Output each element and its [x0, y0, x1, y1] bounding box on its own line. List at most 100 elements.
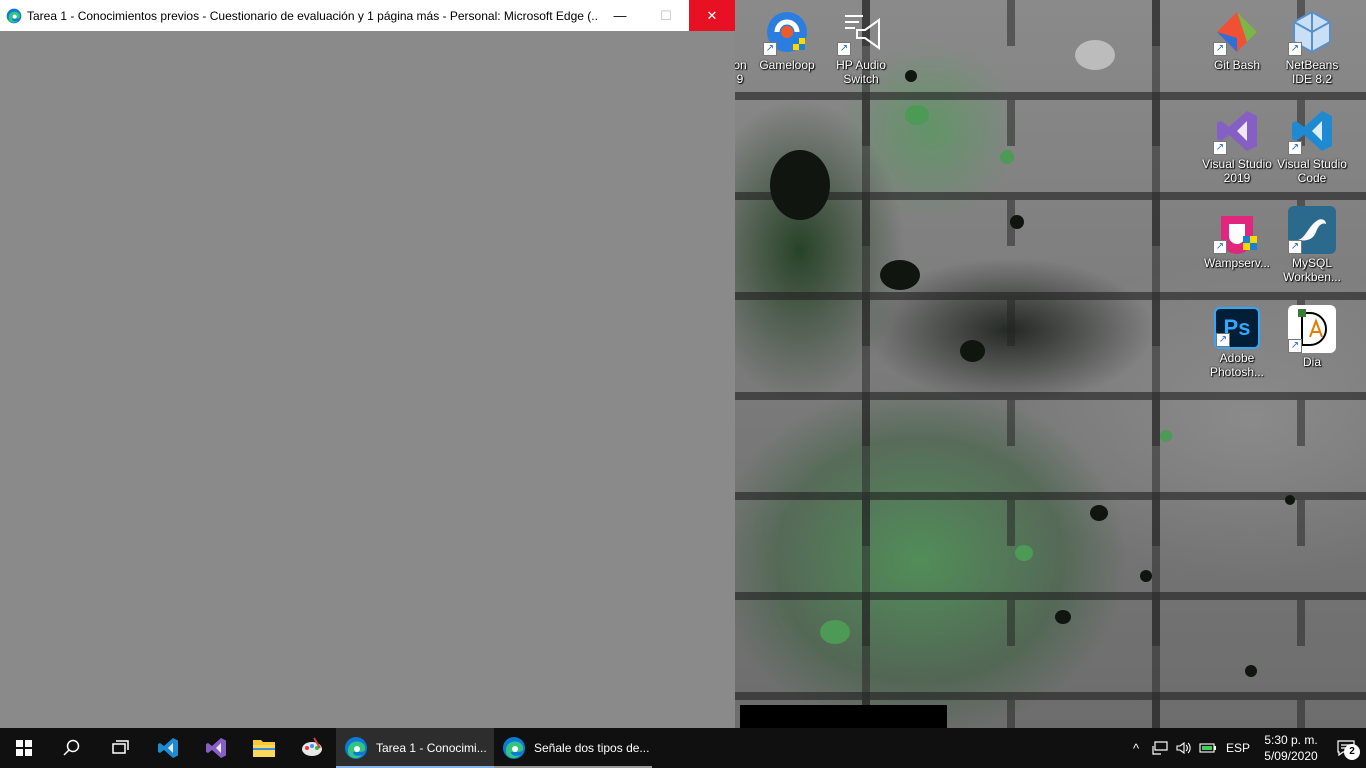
- volume-button[interactable]: [1172, 728, 1196, 768]
- taskbar-file-explorer[interactable]: [240, 728, 288, 768]
- paint-splatter: [880, 260, 920, 290]
- language-label: ESP: [1225, 741, 1250, 755]
- paint-splatter: [905, 70, 917, 82]
- git-bash-label: Git Bash: [1213, 58, 1261, 72]
- minimize-button[interactable]: —: [597, 0, 643, 31]
- vscode-label: Visual Studio Code: [1277, 157, 1347, 185]
- battery-button[interactable]: [1196, 728, 1220, 768]
- paint-splatter: [1140, 570, 1152, 582]
- network-icon: [1152, 741, 1168, 755]
- git-bash-icon: ↗: [1213, 8, 1261, 56]
- shortcut-arrow-icon: ↗: [1288, 339, 1302, 353]
- edge-icon: [345, 737, 367, 759]
- hp-audio-label: HP Audio Switch: [836, 58, 886, 86]
- netbeans-label: NetBeans IDE 8.2: [1285, 58, 1339, 86]
- taskbar-app-label: Señale dos tipos de...: [534, 741, 650, 755]
- paint-splatter: [770, 150, 830, 220]
- maximize-icon: ☐: [660, 7, 672, 23]
- desktop-icon-wampserver[interactable]: ↗ Wampserv...: [1200, 202, 1274, 294]
- shortcut-arrow-icon: ↗: [1216, 333, 1230, 347]
- language-indicator[interactable]: ESP: [1220, 728, 1256, 768]
- paint-splatter: [1160, 430, 1172, 442]
- close-button[interactable]: ✕: [689, 0, 735, 31]
- shortcut-arrow-icon: ↗: [1288, 141, 1302, 155]
- search-icon: [63, 739, 80, 756]
- black-overlay-rect: [740, 705, 947, 728]
- desktop-icon-photoshop[interactable]: Ps ↗ Adobe Photosh...: [1200, 301, 1274, 393]
- taskbar-vscode[interactable]: [144, 728, 192, 768]
- network-button[interactable]: [1148, 728, 1172, 768]
- paint-splatter: [1285, 495, 1295, 505]
- edge-window[interactable]: Tarea 1 - Conocimientos previos - Cuesti…: [0, 0, 735, 728]
- paint-splatter: [1055, 610, 1071, 624]
- battery-icon: [1199, 743, 1216, 753]
- paint-splatter: [1015, 545, 1033, 561]
- show-hidden-icons-button[interactable]: ^: [1124, 728, 1148, 768]
- visual-studio-icon: ↗: [1213, 107, 1261, 155]
- mysql-workbench-icon: ↗: [1288, 206, 1336, 254]
- speaker-icon: ↗: [837, 8, 885, 56]
- taskbar-paint[interactable]: [288, 728, 336, 768]
- shortcut-arrow-icon: ↗: [1213, 240, 1227, 254]
- volume-icon: [1176, 741, 1191, 755]
- clock-date: 5/09/2020: [1264, 749, 1318, 763]
- task-view-icon: [112, 740, 129, 754]
- paint-palette-icon: [302, 737, 322, 756]
- desktop-icon-netbeans[interactable]: ↗ NetBeans IDE 8.2: [1275, 4, 1349, 96]
- taskbar-visual-studio[interactable]: [192, 728, 240, 768]
- gameloop-label: Gameloop: [759, 58, 815, 72]
- taskbar-app-edge-senale[interactable]: Señale dos tipos de...: [494, 728, 652, 768]
- start-button[interactable]: [0, 728, 48, 768]
- maximize-button[interactable]: ☐: [643, 0, 689, 31]
- dia-icon: ↗: [1288, 305, 1336, 353]
- desktop-icon-git-bash[interactable]: ↗ Git Bash: [1200, 4, 1274, 96]
- system-tray: ^ ESP 5:30 p. m. 5/09/2020 2: [1124, 728, 1366, 768]
- shortcut-arrow-icon: ↗: [1288, 42, 1302, 56]
- clock-time: 5:30 p. m.: [1264, 733, 1318, 747]
- desktop-icon-visual-studio-2019[interactable]: ↗ Visual Studio 2019: [1200, 103, 1274, 195]
- window-titlebar[interactable]: Tarea 1 - Conocimientos previos - Cuesti…: [0, 0, 735, 31]
- paint-splatter: [1245, 665, 1257, 677]
- shortcut-arrow-icon: ↗: [1213, 141, 1227, 155]
- visual-studio-icon: [206, 738, 226, 758]
- gameloop-icon: ↗: [763, 8, 811, 56]
- edge-icon: [503, 737, 525, 759]
- taskbar: Tarea 1 - Conocimi... Señale dos tipos d…: [0, 728, 1366, 768]
- desktop-icon-gameloop[interactable]: ↗ Gameloop: [750, 4, 824, 96]
- vs2019-label: Visual Studio 2019: [1202, 157, 1272, 185]
- paint-splatter: [1000, 150, 1014, 164]
- wampserver-label: Wampserv...: [1203, 256, 1270, 270]
- windows-logo-icon: [16, 740, 32, 756]
- close-icon: ✕: [706, 7, 718, 23]
- netbeans-icon: ↗: [1288, 8, 1336, 56]
- dia-label: Dia: [1302, 355, 1321, 369]
- wampserver-icon: ↗: [1213, 206, 1261, 254]
- taskbar-app-edge-tarea[interactable]: Tarea 1 - Conocimi...: [336, 728, 494, 768]
- mysql-label: MySQL Workben...: [1283, 256, 1341, 284]
- window-content: [0, 31, 735, 728]
- desktop-icon-hp-audio-switch[interactable]: ↗ HP Audio Switch: [824, 4, 898, 96]
- paint-splatter: [820, 620, 850, 644]
- paint-splatter: [1010, 215, 1024, 229]
- edge-icon: [6, 8, 22, 23]
- paint-splatter: [1090, 505, 1108, 521]
- notification-count-badge: 2: [1344, 744, 1360, 760]
- taskbar-app-label: Tarea 1 - Conocimi...: [376, 741, 487, 755]
- paint-splatter: [960, 340, 985, 362]
- desktop-icon-mysql-workbench[interactable]: ↗ MySQL Workben...: [1275, 202, 1349, 294]
- shortcut-arrow-icon: ↗: [837, 42, 851, 56]
- desktop-icon-dia[interactable]: ↗ Dia: [1275, 301, 1349, 393]
- action-center-button[interactable]: 2: [1326, 728, 1366, 768]
- clock[interactable]: 5:30 p. m. 5/09/2020: [1256, 732, 1326, 764]
- desktop-icon-vscode[interactable]: ↗ Visual Studio Code: [1275, 103, 1349, 195]
- window-title: Tarea 1 - Conocimientos previos - Cuesti…: [27, 8, 597, 23]
- minimize-icon: —: [613, 8, 627, 23]
- photoshop-label: Adobe Photosh...: [1209, 351, 1265, 379]
- shortcut-arrow-icon: ↗: [763, 42, 777, 56]
- folder-icon: [253, 740, 275, 757]
- paint-splatter: [1075, 40, 1115, 70]
- vscode-icon: [158, 738, 178, 758]
- search-button[interactable]: [48, 728, 96, 768]
- paint-splatter: [905, 105, 929, 125]
- task-view-button[interactable]: [96, 728, 144, 768]
